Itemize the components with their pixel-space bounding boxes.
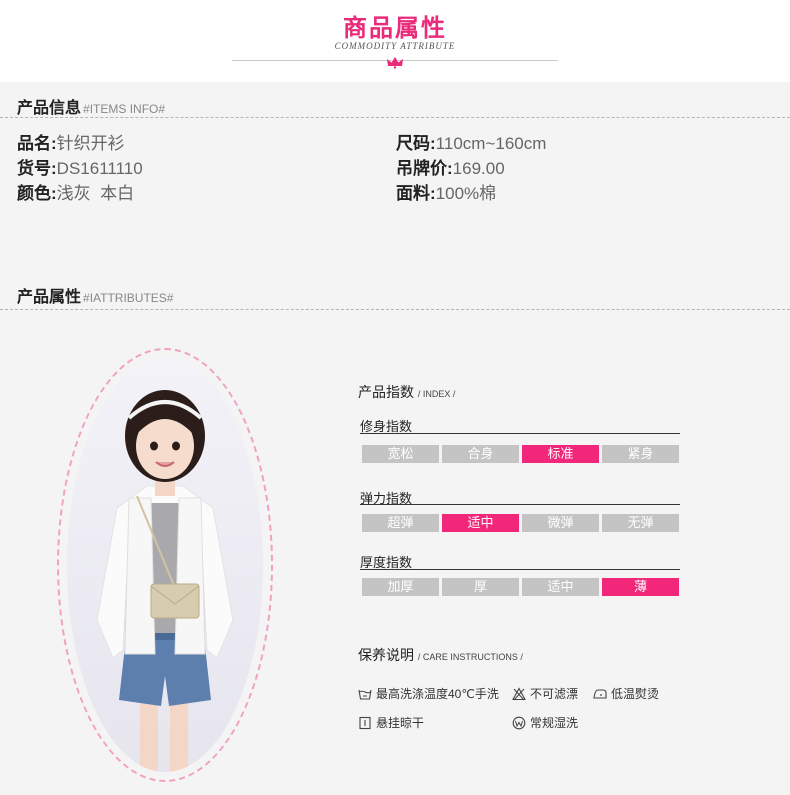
thickness-index-line [360, 569, 680, 570]
stretch-index-line [360, 504, 680, 505]
page-title: 商品属性 [343, 15, 447, 42]
thickness-option-thin: 薄 [602, 578, 679, 596]
items-info-right: 尺码:110cm~160cm 吊牌价:169.00 面料:100%棉 [396, 131, 546, 206]
thickness-option-thick: 厚 [442, 578, 519, 596]
items-info-left: 品名:针织开衫 货号:DS1611110 颜色:浅灰 本白 [17, 131, 143, 206]
stretch-option-medium: 适中 [442, 514, 519, 532]
fit-index-line [360, 433, 680, 434]
product-photo [67, 358, 263, 772]
info-row-color: 颜色:浅灰 本白 [17, 184, 135, 203]
fit-option-standard: 标准 [522, 445, 599, 463]
iron-low-icon [593, 689, 607, 699]
info-row-price: 吊牌价:169.00 [396, 159, 505, 178]
crown-icon [387, 57, 403, 69]
wet-clean-icon [512, 716, 526, 730]
stretch-option-none: 无弹 [602, 514, 679, 532]
info-row-size: 尺码:110cm~160cm [396, 134, 547, 153]
items-info-tag: #ITEMS INFO# [83, 102, 166, 116]
hang-dry-icon [359, 716, 371, 730]
page-subtitle: COMMODITY ATTRIBUTE [334, 41, 456, 51]
info-row-fabric: 面料:100%棉 [396, 184, 497, 203]
wash-tub-icon [358, 689, 372, 700]
info-row-name: 品名:针织开衫 [17, 134, 125, 153]
fit-option-slim: 紧身 [602, 445, 679, 463]
attributes-heading: 产品属性 #IATTRIBUTES# [17, 289, 174, 306]
fit-option-regular: 合身 [442, 445, 519, 463]
stretch-option-super: 超弹 [362, 514, 439, 532]
attributes-tag: #IATTRIBUTES# [83, 291, 174, 305]
no-bleach-icon [512, 687, 526, 701]
title-divider-left [232, 60, 392, 61]
title-divider-right [398, 60, 558, 61]
section-divider [0, 309, 790, 310]
fit-option-loose: 宽松 [362, 445, 439, 463]
index-title: 产品指数 / INDEX / [358, 384, 456, 400]
section-divider [0, 117, 790, 118]
stretch-option-slight: 微弹 [522, 514, 599, 532]
items-info-heading: 产品信息 #ITEMS INFO# [17, 100, 166, 117]
thickness-option-extra: 加厚 [362, 578, 439, 596]
thickness-option-medium: 适中 [522, 578, 599, 596]
info-row-sku: 货号:DS1611110 [17, 159, 143, 178]
care-title: 保养说明 / CARE INSTRUCTIONS / [358, 647, 523, 663]
